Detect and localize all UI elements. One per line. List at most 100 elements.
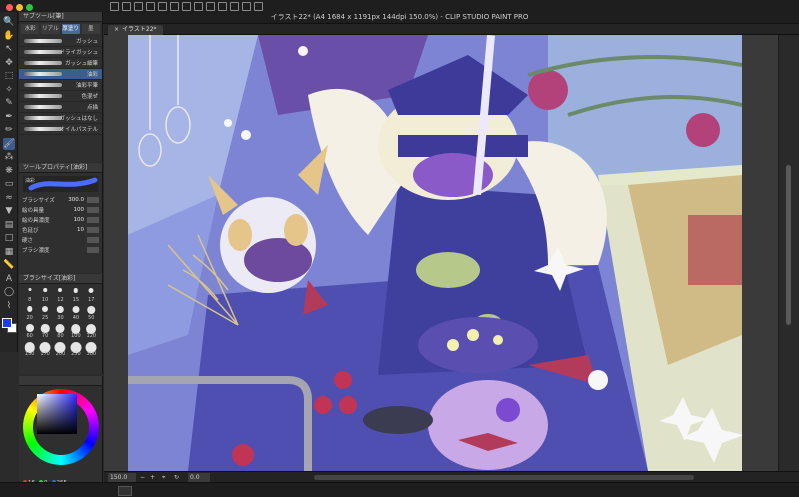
brush-size-preset[interactable]: 200 (53, 340, 68, 357)
brush-item[interactable]: ガッシュはなし (19, 113, 102, 124)
brush-size-preset[interactable]: 30 (53, 304, 68, 321)
main-color-swatch[interactable] (2, 318, 12, 328)
brush-size-preset[interactable]: 300 (84, 340, 99, 357)
brush-size-preset[interactable]: 17 (84, 286, 99, 303)
property-row[interactable]: ブラシ濃度 (19, 245, 102, 255)
saturation-value-square[interactable] (37, 394, 77, 434)
balloon-icon[interactable]: ◯ (3, 286, 15, 298)
pencil-icon[interactable]: ✏ (3, 124, 15, 136)
operation-icon[interactable]: ↖ (3, 43, 15, 55)
brush-size-preset[interactable]: 50 (84, 304, 99, 321)
property-slider[interactable] (87, 247, 99, 253)
brush-icon[interactable]: 🖌 (3, 137, 15, 150)
property-row[interactable]: 硬さ (19, 235, 102, 245)
brush-size-preset[interactable]: 40 (68, 304, 83, 321)
brush-item[interactable]: 点描 (19, 102, 102, 113)
property-row[interactable]: 絵の具濃度 100 (19, 215, 102, 225)
save-icon[interactable] (134, 2, 143, 11)
gradient-icon[interactable]: ▤ (3, 219, 15, 231)
minimize-window-icon[interactable] (16, 4, 23, 11)
brush-size-preset[interactable]: 8 (22, 286, 37, 303)
clear-icon[interactable] (170, 2, 179, 11)
ruler-icon[interactable]: 📏 (3, 259, 15, 271)
property-row[interactable]: 色延び 10 (19, 225, 102, 235)
snap-perspective-icon[interactable] (254, 2, 263, 11)
brush-item[interactable]: 油彩 (19, 69, 102, 80)
figure-icon[interactable]: □ (3, 232, 15, 244)
brush-size-preset[interactable]: 20 (22, 304, 37, 321)
canvas-area[interactable] (104, 35, 778, 471)
brush-size-preset[interactable]: 250 (68, 340, 83, 357)
brush-size-preset[interactable]: 170 (37, 340, 52, 357)
brush-size-preset[interactable]: 100 (68, 322, 83, 339)
new-file-icon[interactable] (110, 2, 119, 11)
snap-ruler-icon[interactable] (230, 2, 239, 11)
property-row[interactable]: ブラシサイズ 300.0 (19, 195, 102, 205)
brush-item[interactable]: 色混ぜ (19, 91, 102, 102)
move-icon[interactable]: ✥ (3, 57, 15, 69)
hand-icon[interactable]: ✋ (3, 30, 15, 42)
eraser-icon[interactable]: ▭ (3, 178, 15, 190)
tab-close-icon[interactable]: × (114, 26, 119, 33)
rotation-field[interactable]: 0.0 (188, 473, 210, 482)
open-file-icon[interactable] (122, 2, 131, 11)
undo-icon[interactable] (146, 2, 155, 11)
crop-icon[interactable] (218, 2, 227, 11)
zoom-window-icon[interactable] (26, 4, 33, 11)
airbrush-icon[interactable]: ⁂ (3, 151, 15, 163)
brush-size-preset[interactable]: 150 (22, 340, 37, 357)
deselect-icon[interactable] (206, 2, 215, 11)
snap-grid-icon[interactable] (242, 2, 251, 11)
decoration-icon[interactable]: ❋ (3, 165, 15, 177)
brush-item[interactable]: ドライガッシュ (19, 47, 102, 58)
property-value[interactable]: 300.0 (58, 197, 87, 203)
brush-size-label: 8 (28, 297, 32, 303)
property-slider[interactable] (87, 237, 99, 243)
zoom-icon[interactable]: 🔍 (3, 16, 15, 28)
brush-item[interactable]: 油彩平筆 (19, 80, 102, 91)
property-slider[interactable] (87, 217, 99, 223)
brush-size-preset[interactable]: 70 (37, 322, 52, 339)
brush-item[interactable]: ガッシュ細筆 (19, 58, 102, 69)
transform-icon[interactable] (194, 2, 203, 11)
property-slider[interactable] (87, 207, 99, 213)
property-value[interactable]: 10 (58, 227, 87, 233)
brush-size-preset[interactable]: 60 (22, 322, 37, 339)
horizontal-scrollbar[interactable] (314, 475, 694, 480)
property-slider[interactable] (87, 197, 99, 203)
redo-icon[interactable] (158, 2, 167, 11)
correct-line-icon[interactable]: ⌇ (3, 300, 15, 312)
property-value[interactable]: 100 (58, 217, 87, 223)
select-icon[interactable]: ⬚ (3, 70, 15, 82)
subtool-tab[interactable]: 墨 (81, 24, 100, 34)
close-window-icon[interactable] (6, 4, 13, 11)
subtool-tab[interactable]: 水彩 (21, 24, 40, 34)
brush-item[interactable]: ガッシュ (19, 36, 102, 47)
text-icon[interactable]: A (3, 273, 15, 285)
property-value[interactable]: 100 (58, 207, 87, 213)
brush-size-preset[interactable]: 15 (68, 286, 83, 303)
wand-icon[interactable]: ✧ (3, 84, 15, 96)
property-row[interactable]: 絵の具量 100 (19, 205, 102, 215)
subtool-tab[interactable]: 厚塗り (61, 24, 80, 34)
brush-size-preset[interactable]: 12 (53, 286, 68, 303)
brush-size-preset[interactable]: 10 (37, 286, 52, 303)
subtool-tab[interactable]: リアル (41, 24, 60, 34)
fill-selection-icon[interactable] (182, 2, 191, 11)
brush-size-preset[interactable]: 25 (37, 304, 52, 321)
eyedropper-icon[interactable]: ✎ (3, 97, 15, 109)
canvas-artwork[interactable] (128, 35, 742, 471)
fill-icon[interactable]: ▼ (3, 205, 15, 217)
zoom-field[interactable]: 150.0 (108, 473, 136, 482)
pen-icon[interactable]: ✒ (3, 111, 15, 123)
brush-size-preset[interactable]: 80 (53, 322, 68, 339)
brush-item[interactable]: オイルパステル (19, 124, 102, 135)
brush-size-preset[interactable]: 120 (84, 322, 99, 339)
property-slider[interactable] (87, 227, 99, 233)
blend-icon[interactable]: ≈ (3, 192, 15, 204)
vertical-scroll-thumb[interactable] (786, 165, 791, 325)
vertical-scrollbar[interactable] (778, 35, 799, 471)
collapsed-palette-tab[interactable] (118, 486, 132, 496)
document-tab[interactable]: × イラスト22* (108, 25, 163, 35)
frame-icon[interactable]: ▦ (3, 246, 15, 258)
